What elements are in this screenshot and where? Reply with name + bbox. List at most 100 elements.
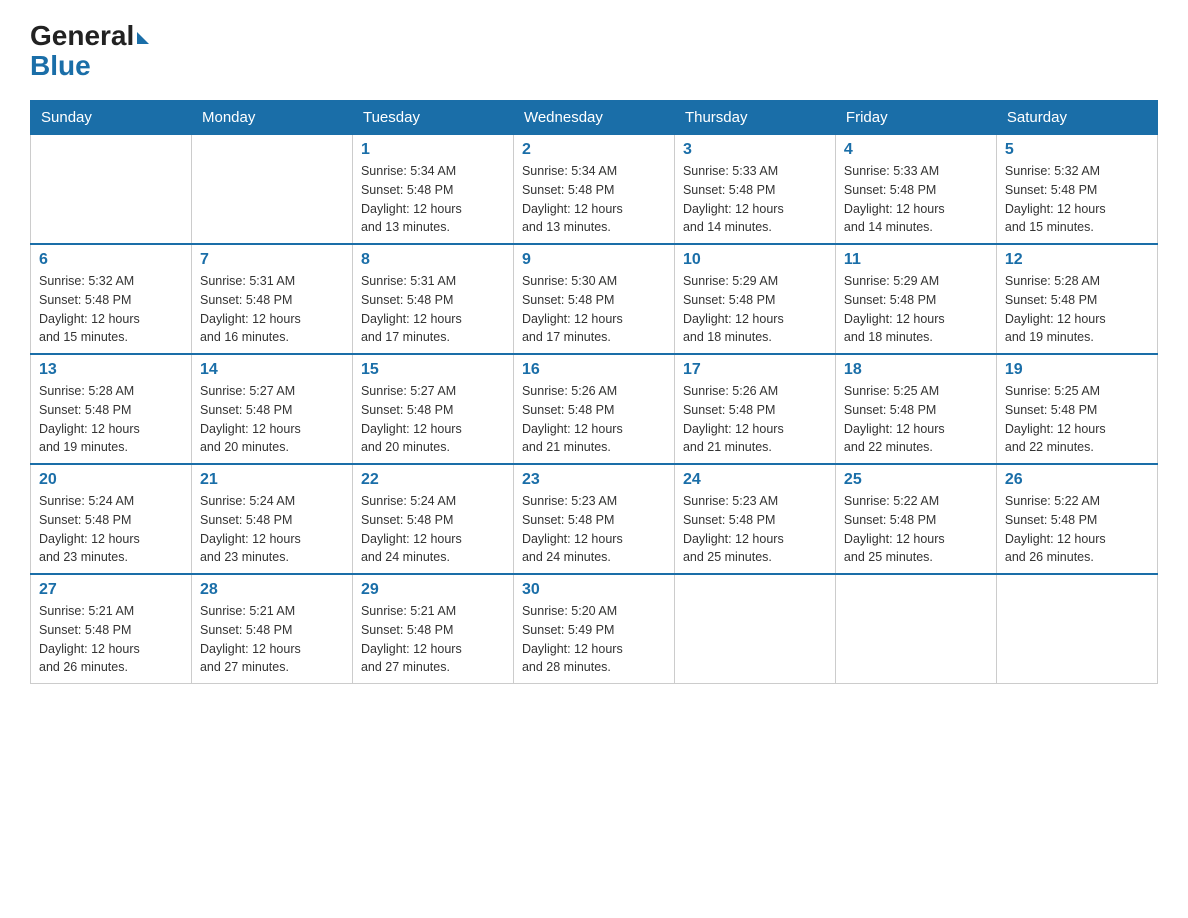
calendar-cell: 26 Sunrise: 5:22 AMSunset: 5:48 PMDayligh… [996, 464, 1157, 574]
calendar-cell: 8 Sunrise: 5:31 AMSunset: 5:48 PMDaylight… [352, 244, 513, 354]
calendar-cell: 19 Sunrise: 5:25 AMSunset: 5:48 PMDayligh… [996, 354, 1157, 464]
calendar-cell: 6Sunrise: 5:32 AMSunset: 5:48 PMDaylight… [31, 244, 192, 354]
day-number: 5 [1005, 141, 1149, 159]
day-number: 28 [200, 581, 344, 599]
day-number: 15 [361, 361, 505, 379]
calendar-cell: 20Sunrise: 5:24 AMSunset: 5:48 PMDayligh… [31, 464, 192, 574]
day-number: 22 [361, 471, 505, 489]
day-number: 7 [200, 251, 344, 269]
calendar-cell: 22 Sunrise: 5:24 AMSunset: 5:48 PMDayligh… [352, 464, 513, 574]
day-number: 14 [200, 361, 344, 379]
weekday-header-monday: Monday [191, 101, 352, 135]
day-number: 9 [522, 251, 666, 269]
day-number: 3 [683, 141, 827, 159]
weekday-header-tuesday: Tuesday [352, 101, 513, 135]
day-info: Sunrise: 5:22 AMSunset: 5:48 PMDaylight:… [1005, 492, 1149, 567]
calendar-cell: 2Sunrise: 5:34 AMSunset: 5:48 PMDaylight… [513, 135, 674, 245]
day-number: 10 [683, 251, 827, 269]
weekday-header-wednesday: Wednesday [513, 101, 674, 135]
logo-arrow-icon [137, 32, 149, 44]
calendar-cell: 4 Sunrise: 5:33 AMSunset: 5:48 PMDaylight… [835, 135, 996, 245]
day-info: Sunrise: 5:27 AMSunset: 5:48 PMDaylight:… [200, 382, 344, 457]
day-info: Sunrise: 5:20 AMSunset: 5:49 PMDaylight:… [522, 602, 666, 677]
day-number: 25 [844, 471, 988, 489]
calendar-cell: 27 Sunrise: 5:21 AMSunset: 5:48 PMDayligh… [31, 574, 192, 684]
weekday-header-sunday: Sunday [31, 101, 192, 135]
day-info: Sunrise: 5:26 AMSunset: 5:48 PMDaylight:… [522, 382, 666, 457]
day-info: Sunrise: 5:21 AMSunset: 5:48 PMDaylight:… [39, 602, 183, 677]
day-info: Sunrise: 5:23 AMSunset: 5:48 PMDaylight:… [683, 492, 827, 567]
day-number: 8 [361, 251, 505, 269]
day-info: Sunrise: 5:29 AMSunset: 5:48 PMDaylight:… [844, 272, 988, 347]
day-info: Sunrise: 5:33 AMSunset: 5:48 PMDaylight:… [683, 162, 827, 237]
day-info: Sunrise: 5:30 AMSunset: 5:48 PMDaylight:… [522, 272, 666, 347]
day-number: 30 [522, 581, 666, 599]
week-row-5: 27 Sunrise: 5:21 AMSunset: 5:48 PMDayligh… [31, 574, 1158, 684]
calendar-cell: 9 Sunrise: 5:30 AMSunset: 5:48 PMDaylight… [513, 244, 674, 354]
day-number: 16 [522, 361, 666, 379]
logo-general-text: General [30, 20, 134, 52]
week-row-1: 1 Sunrise: 5:34 AMSunset: 5:48 PMDaylight… [31, 135, 1158, 245]
calendar-cell: 23 Sunrise: 5:23 AMSunset: 5:48 PMDayligh… [513, 464, 674, 574]
calendar-cell: 30 Sunrise: 5:20 AMSunset: 5:49 PMDayligh… [513, 574, 674, 684]
calendar-cell: 28 Sunrise: 5:21 AMSunset: 5:48 PMDayligh… [191, 574, 352, 684]
calendar-cell: 18Sunrise: 5:25 AMSunset: 5:48 PMDayligh… [835, 354, 996, 464]
calendar-cell: 3 Sunrise: 5:33 AMSunset: 5:48 PMDaylight… [674, 135, 835, 245]
day-number: 17 [683, 361, 827, 379]
calendar-cell: 14 Sunrise: 5:27 AMSunset: 5:48 PMDayligh… [191, 354, 352, 464]
calendar-cell: 1 Sunrise: 5:34 AMSunset: 5:48 PMDaylight… [352, 135, 513, 245]
day-number: 19 [1005, 361, 1149, 379]
day-info: Sunrise: 5:24 AMSunset: 5:48 PMDaylight:… [361, 492, 505, 567]
day-number: 26 [1005, 471, 1149, 489]
calendar-cell [191, 135, 352, 245]
calendar-cell: 24Sunrise: 5:23 AMSunset: 5:48 PMDayligh… [674, 464, 835, 574]
page-header: General Blue [30, 20, 1158, 82]
week-row-2: 6Sunrise: 5:32 AMSunset: 5:48 PMDaylight… [31, 244, 1158, 354]
day-number: 1 [361, 141, 505, 159]
calendar-cell: 15 Sunrise: 5:27 AMSunset: 5:48 PMDayligh… [352, 354, 513, 464]
day-number: 27 [39, 581, 183, 599]
day-info: Sunrise: 5:28 AMSunset: 5:48 PMDaylight:… [39, 382, 183, 457]
day-info: Sunrise: 5:25 AMSunset: 5:48 PMDaylight:… [844, 382, 988, 457]
day-info: Sunrise: 5:21 AMSunset: 5:48 PMDaylight:… [361, 602, 505, 677]
day-info: Sunrise: 5:25 AMSunset: 5:48 PMDaylight:… [1005, 382, 1149, 457]
calendar-cell: 29Sunrise: 5:21 AMSunset: 5:48 PMDayligh… [352, 574, 513, 684]
day-number: 11 [844, 251, 988, 269]
day-number: 20 [39, 471, 183, 489]
day-info: Sunrise: 5:34 AMSunset: 5:48 PMDaylight:… [361, 162, 505, 237]
day-number: 21 [200, 471, 344, 489]
logo-top: General [30, 20, 149, 52]
calendar-cell: 10 Sunrise: 5:29 AMSunset: 5:48 PMDayligh… [674, 244, 835, 354]
weekday-header-friday: Friday [835, 101, 996, 135]
calendar-cell [835, 574, 996, 684]
calendar-cell: 21 Sunrise: 5:24 AMSunset: 5:48 PMDayligh… [191, 464, 352, 574]
calendar-cell: 11 Sunrise: 5:29 AMSunset: 5:48 PMDayligh… [835, 244, 996, 354]
day-info: Sunrise: 5:31 AMSunset: 5:48 PMDaylight:… [361, 272, 505, 347]
day-info: Sunrise: 5:28 AMSunset: 5:48 PMDaylight:… [1005, 272, 1149, 347]
logo: General Blue [30, 20, 149, 82]
weekday-header-saturday: Saturday [996, 101, 1157, 135]
calendar-table: SundayMondayTuesdayWednesdayThursdayFrid… [30, 100, 1158, 684]
logo-blue-word: Blue [30, 50, 91, 81]
day-info: Sunrise: 5:23 AMSunset: 5:48 PMDaylight:… [522, 492, 666, 567]
day-info: Sunrise: 5:24 AMSunset: 5:48 PMDaylight:… [200, 492, 344, 567]
day-number: 23 [522, 471, 666, 489]
day-info: Sunrise: 5:33 AMSunset: 5:48 PMDaylight:… [844, 162, 988, 237]
calendar-cell: 17Sunrise: 5:26 AMSunset: 5:48 PMDayligh… [674, 354, 835, 464]
calendar-cell: 13 Sunrise: 5:28 AMSunset: 5:48 PMDayligh… [31, 354, 192, 464]
day-number: 12 [1005, 251, 1149, 269]
day-number: 4 [844, 141, 988, 159]
day-info: Sunrise: 5:22 AMSunset: 5:48 PMDaylight:… [844, 492, 988, 567]
day-number: 2 [522, 141, 666, 159]
calendar-cell: 5Sunrise: 5:32 AMSunset: 5:48 PMDaylight… [996, 135, 1157, 245]
calendar-cell: 12 Sunrise: 5:28 AMSunset: 5:48 PMDayligh… [996, 244, 1157, 354]
day-info: Sunrise: 5:27 AMSunset: 5:48 PMDaylight:… [361, 382, 505, 457]
day-number: 13 [39, 361, 183, 379]
calendar-cell [674, 574, 835, 684]
weekday-header-row: SundayMondayTuesdayWednesdayThursdayFrid… [31, 101, 1158, 135]
day-info: Sunrise: 5:21 AMSunset: 5:48 PMDaylight:… [200, 602, 344, 677]
calendar-cell: 16 Sunrise: 5:26 AMSunset: 5:48 PMDayligh… [513, 354, 674, 464]
day-info: Sunrise: 5:29 AMSunset: 5:48 PMDaylight:… [683, 272, 827, 347]
day-info: Sunrise: 5:31 AMSunset: 5:48 PMDaylight:… [200, 272, 344, 347]
week-row-4: 20 Sunrise: 5:24 AMSunset: 5:48 PMDayligh… [31, 464, 1158, 574]
